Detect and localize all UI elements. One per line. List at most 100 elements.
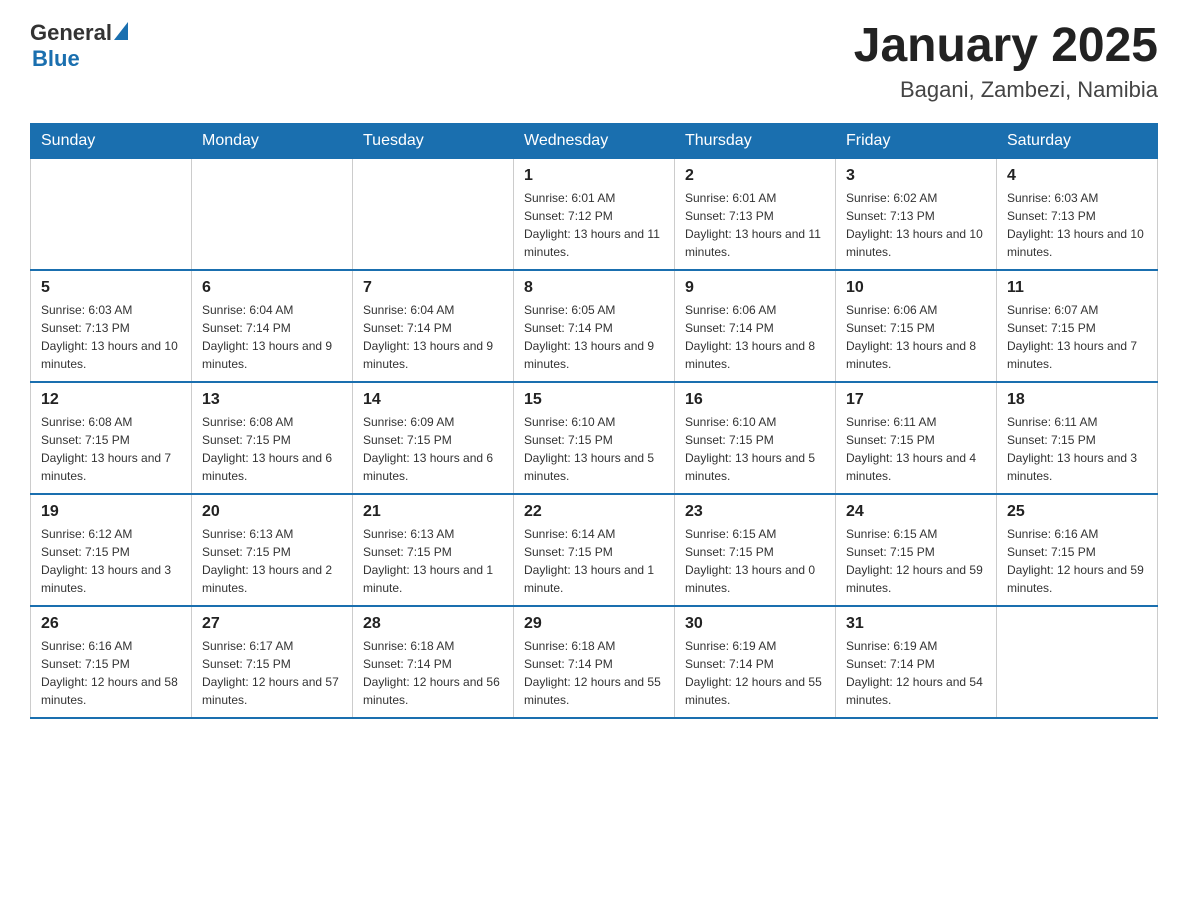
calendar-day-24: 24Sunrise: 6:15 AMSunset: 7:15 PMDayligh… [836, 494, 997, 606]
day-info: Sunrise: 6:03 AMSunset: 7:13 PMDaylight:… [41, 301, 181, 373]
day-number: 10 [846, 279, 986, 297]
day-info: Sunrise: 6:08 AMSunset: 7:15 PMDaylight:… [202, 413, 342, 485]
day-info: Sunrise: 6:19 AMSunset: 7:14 PMDaylight:… [846, 637, 986, 709]
day-number: 20 [202, 503, 342, 521]
day-info: Sunrise: 6:18 AMSunset: 7:14 PMDaylight:… [363, 637, 503, 709]
day-number: 29 [524, 615, 664, 633]
calendar-day-11: 11 Sunrise: 6:07 AMSunset: 7:15 PMDayligh… [997, 270, 1158, 382]
day-info: Sunrise: 6:16 AMSunset: 7:15 PMDaylight:… [41, 637, 181, 709]
day-info: Sunrise: 6:15 AMSunset: 7:15 PMDaylight:… [685, 525, 825, 597]
day-info: Sunrise: 6:18 AMSunset: 7:14 PMDaylight:… [524, 637, 664, 709]
day-number: 7 [363, 279, 503, 297]
day-number: 11 [1007, 279, 1147, 297]
day-info: Sunrise: 6:03 AMSunset: 7:13 PMDaylight:… [1007, 189, 1147, 261]
day-number: 21 [363, 503, 503, 521]
calendar-day-10: 10 Sunrise: 6:06 AMSunset: 7:15 PMDayligh… [836, 270, 997, 382]
day-info: Sunrise: 6:16 AMSunset: 7:15 PMDaylight:… [1007, 525, 1147, 597]
location-subtitle: Bagani, Zambezi, Namibia [854, 77, 1158, 103]
day-info: Sunrise: 6:19 AMSunset: 7:14 PMDaylight:… [685, 637, 825, 709]
day-number: 22 [524, 503, 664, 521]
calendar-day-16: 16 Sunrise: 6:10 AMSunset: 7:15 PMDayligh… [675, 382, 836, 494]
logo: General Blue [30, 20, 128, 72]
day-info: Sunrise: 6:05 AMSunset: 7:14 PMDaylight:… [524, 301, 664, 373]
calendar-day-22: 22 Sunrise: 6:14 AMSunset: 7:15 PMDayligh… [514, 494, 675, 606]
day-number: 12 [41, 391, 181, 409]
day-info: Sunrise: 6:14 AMSunset: 7:15 PMDaylight:… [524, 525, 664, 597]
day-number: 3 [846, 167, 986, 185]
day-info: Sunrise: 6:08 AMSunset: 7:15 PMDaylight:… [41, 413, 181, 485]
day-number: 8 [524, 279, 664, 297]
logo-blue-text: Blue [32, 46, 80, 72]
day-number: 16 [685, 391, 825, 409]
day-info: Sunrise: 6:04 AMSunset: 7:14 PMDaylight:… [363, 301, 503, 373]
day-info: Sunrise: 6:17 AMSunset: 7:15 PMDaylight:… [202, 637, 342, 709]
calendar-day-7: 7 Sunrise: 6:04 AMSunset: 7:14 PMDaylight… [353, 270, 514, 382]
day-info: Sunrise: 6:11 AMSunset: 7:15 PMDaylight:… [846, 413, 986, 485]
day-number: 25 [1007, 503, 1147, 521]
calendar-day-29: 29 Sunrise: 6:18 AMSunset: 7:14 PMDayligh… [514, 606, 675, 718]
calendar-day-19: 19 Sunrise: 6:12 AMSunset: 7:15 PMDayligh… [31, 494, 192, 606]
header-day-friday: Friday [836, 123, 997, 158]
calendar-empty-cell [997, 606, 1158, 718]
calendar-day-2: 2 Sunrise: 6:01 AMSunset: 7:13 PMDaylight… [675, 158, 836, 270]
day-number: 18 [1007, 391, 1147, 409]
logo-triangle-icon [114, 22, 128, 40]
calendar-header-row: SundayMondayTuesdayWednesdayThursdayFrid… [31, 123, 1158, 158]
header-day-thursday: Thursday [675, 123, 836, 158]
day-number: 28 [363, 615, 503, 633]
day-number: 30 [685, 615, 825, 633]
calendar-day-3: 3 Sunrise: 6:02 AMSunset: 7:13 PMDaylight… [836, 158, 997, 270]
calendar-day-6: 6 Sunrise: 6:04 AMSunset: 7:14 PMDaylight… [192, 270, 353, 382]
day-number: 27 [202, 615, 342, 633]
calendar-day-1: 1Sunrise: 6:01 AMSunset: 7:12 PMDaylight… [514, 158, 675, 270]
calendar-empty-cell [353, 158, 514, 270]
calendar-day-17: 17 Sunrise: 6:11 AMSunset: 7:15 PMDayligh… [836, 382, 997, 494]
header-day-saturday: Saturday [997, 123, 1158, 158]
day-info: Sunrise: 6:10 AMSunset: 7:15 PMDaylight:… [685, 413, 825, 485]
day-number: 4 [1007, 167, 1147, 185]
day-info: Sunrise: 6:15 AMSunset: 7:15 PMDaylight:… [846, 525, 986, 597]
calendar-day-4: 4 Sunrise: 6:03 AMSunset: 7:13 PMDaylight… [997, 158, 1158, 270]
calendar-day-31: 31 Sunrise: 6:19 AMSunset: 7:14 PMDayligh… [836, 606, 997, 718]
header-day-wednesday: Wednesday [514, 123, 675, 158]
logo-general-text: General [30, 20, 112, 46]
day-number: 14 [363, 391, 503, 409]
day-number: 15 [524, 391, 664, 409]
day-number: 17 [846, 391, 986, 409]
calendar-week-row: 19 Sunrise: 6:12 AMSunset: 7:15 PMDayligh… [31, 494, 1158, 606]
day-number: 1 [524, 167, 664, 185]
day-number: 13 [202, 391, 342, 409]
calendar-day-20: 20Sunrise: 6:13 AMSunset: 7:15 PMDayligh… [192, 494, 353, 606]
calendar-table: SundayMondayTuesdayWednesdayThursdayFrid… [30, 123, 1158, 719]
calendar-empty-cell [31, 158, 192, 270]
calendar-day-8: 8 Sunrise: 6:05 AMSunset: 7:14 PMDaylight… [514, 270, 675, 382]
day-info: Sunrise: 6:13 AMSunset: 7:15 PMDaylight:… [363, 525, 503, 597]
calendar-day-26: 26 Sunrise: 6:16 AMSunset: 7:15 PMDayligh… [31, 606, 192, 718]
calendar-day-28: 28 Sunrise: 6:18 AMSunset: 7:14 PMDayligh… [353, 606, 514, 718]
calendar-day-12: 12 Sunrise: 6:08 AMSunset: 7:15 PMDayligh… [31, 382, 192, 494]
day-number: 19 [41, 503, 181, 521]
day-number: 23 [685, 503, 825, 521]
day-info: Sunrise: 6:06 AMSunset: 7:15 PMDaylight:… [846, 301, 986, 373]
calendar-day-25: 25 Sunrise: 6:16 AMSunset: 7:15 PMDayligh… [997, 494, 1158, 606]
day-number: 26 [41, 615, 181, 633]
day-info: Sunrise: 6:01 AMSunset: 7:13 PMDaylight:… [685, 189, 825, 261]
calendar-week-row: 12 Sunrise: 6:08 AMSunset: 7:15 PMDayligh… [31, 382, 1158, 494]
day-number: 9 [685, 279, 825, 297]
calendar-day-14: 14Sunrise: 6:09 AMSunset: 7:15 PMDayligh… [353, 382, 514, 494]
day-info: Sunrise: 6:12 AMSunset: 7:15 PMDaylight:… [41, 525, 181, 597]
day-info: Sunrise: 6:07 AMSunset: 7:15 PMDaylight:… [1007, 301, 1147, 373]
calendar-day-15: 15 Sunrise: 6:10 AMSunset: 7:15 PMDayligh… [514, 382, 675, 494]
day-number: 31 [846, 615, 986, 633]
day-info: Sunrise: 6:04 AMSunset: 7:14 PMDaylight:… [202, 301, 342, 373]
header-day-sunday: Sunday [31, 123, 192, 158]
day-number: 6 [202, 279, 342, 297]
calendar-empty-cell [192, 158, 353, 270]
title-block: January 2025 Bagani, Zambezi, Namibia [854, 20, 1158, 103]
day-info: Sunrise: 6:10 AMSunset: 7:15 PMDaylight:… [524, 413, 664, 485]
day-info: Sunrise: 6:02 AMSunset: 7:13 PMDaylight:… [846, 189, 986, 261]
calendar-day-9: 9Sunrise: 6:06 AMSunset: 7:14 PMDaylight… [675, 270, 836, 382]
calendar-day-13: 13 Sunrise: 6:08 AMSunset: 7:15 PMDayligh… [192, 382, 353, 494]
day-number: 2 [685, 167, 825, 185]
calendar-day-23: 23 Sunrise: 6:15 AMSunset: 7:15 PMDayligh… [675, 494, 836, 606]
